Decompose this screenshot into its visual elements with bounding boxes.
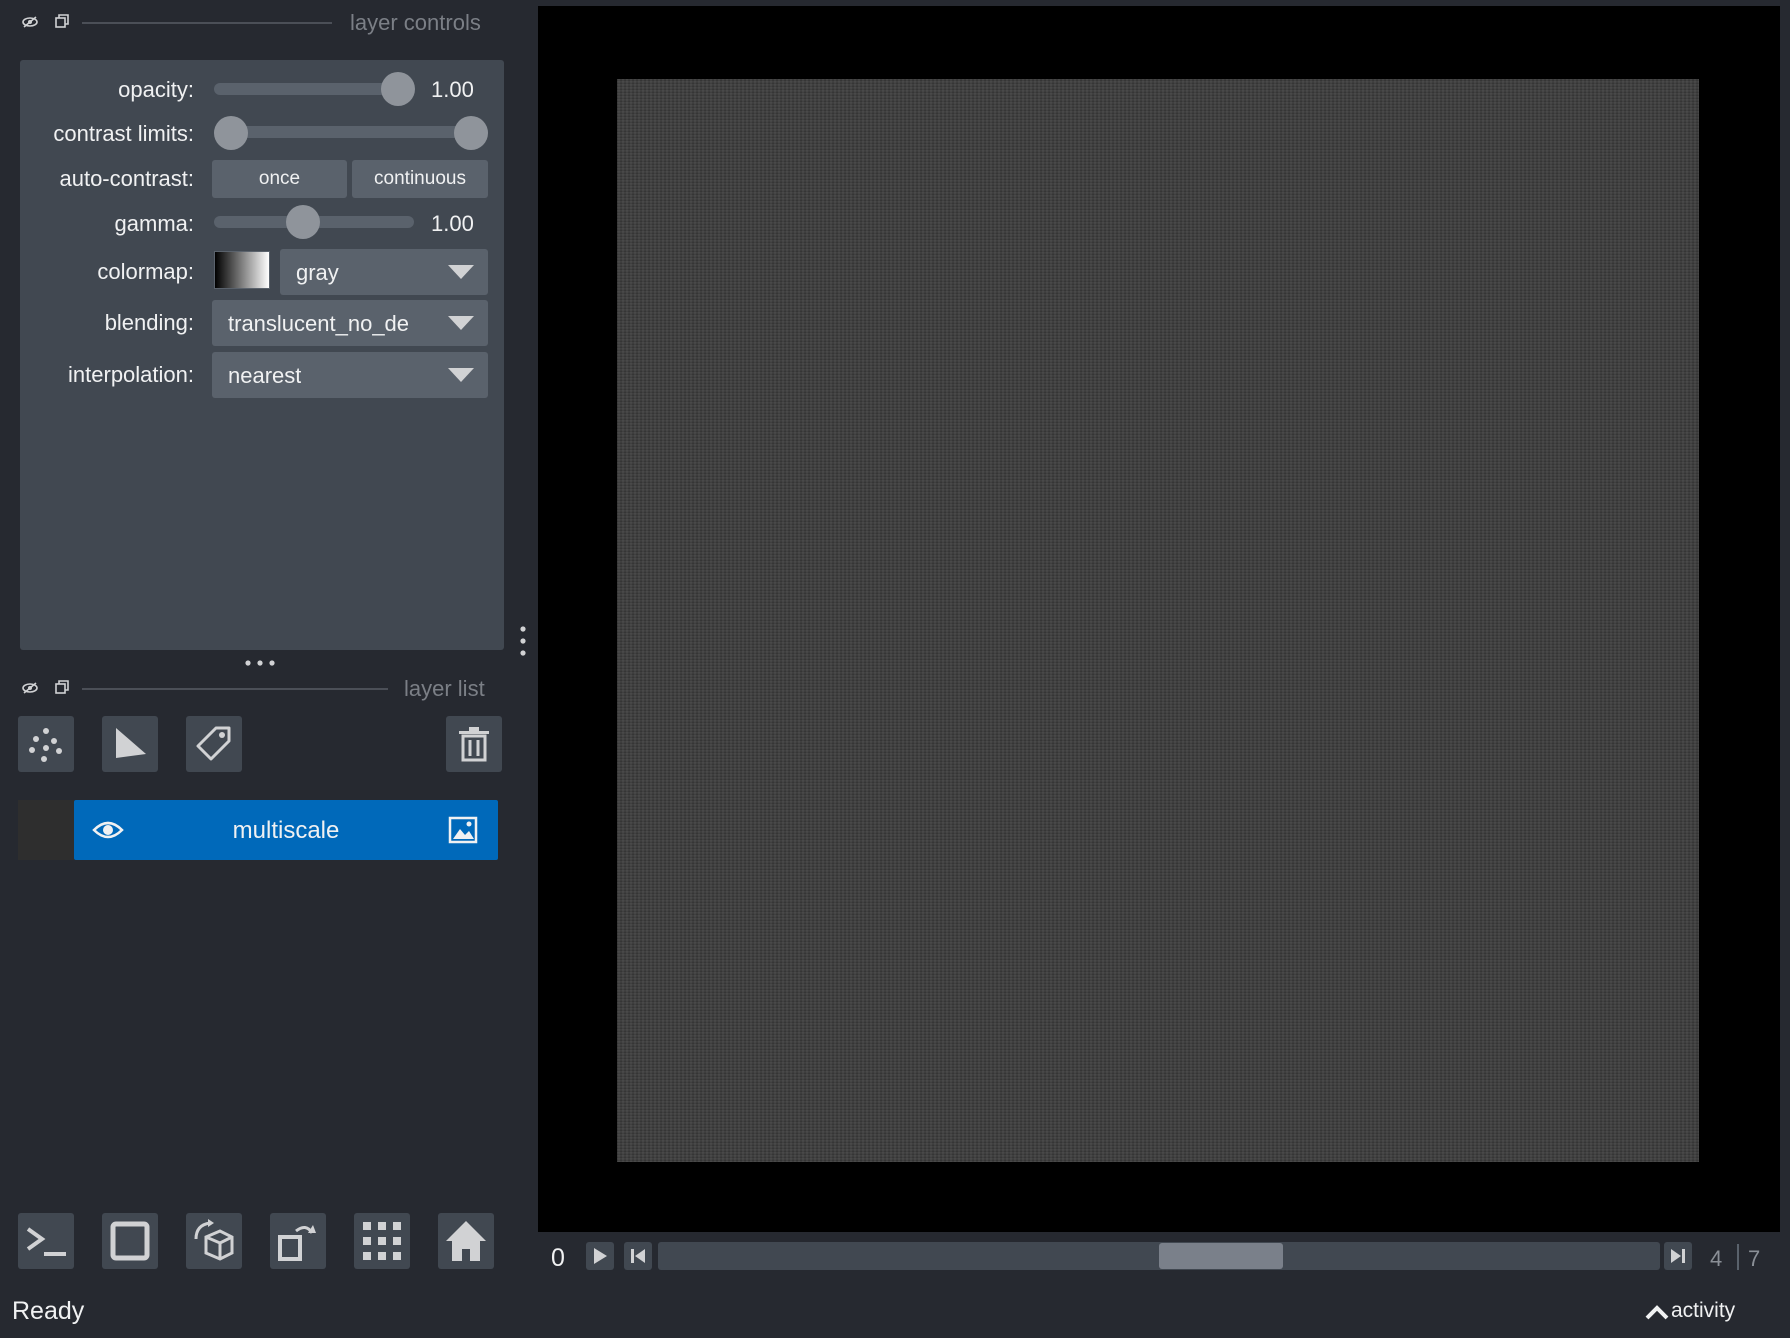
- new-points-layer-button[interactable]: [18, 716, 74, 772]
- dims-axis-label[interactable]: 0: [551, 1244, 565, 1273]
- image-layer-render: [617, 79, 1699, 1162]
- shapes-icon: [116, 728, 146, 758]
- interpolation-dropdown[interactable]: nearest: [212, 352, 488, 398]
- square-icon: [110, 1221, 150, 1261]
- play-button[interactable]: [586, 1242, 614, 1270]
- interpolation-label: interpolation:: [68, 362, 194, 387]
- home-icon: [446, 1221, 486, 1261]
- opacity-value[interactable]: 1.00: [431, 77, 474, 103]
- layer-name[interactable]: multiscale: [74, 817, 498, 845]
- layer-list-header: layer list: [0, 666, 504, 710]
- interpolation-dropdown-value: nearest: [228, 363, 302, 388]
- home-button[interactable]: [438, 1213, 494, 1269]
- colormap-dropdown-value: gray: [296, 260, 339, 285]
- rotate-cube-icon: [194, 1219, 234, 1261]
- layer-thumbnail[interactable]: [18, 800, 74, 860]
- chevron-up-icon: [1644, 1302, 1670, 1327]
- delete-layer-button[interactable]: [446, 716, 502, 772]
- tag-icon: [196, 726, 231, 761]
- float-toggle-icon[interactable]: [20, 12, 40, 32]
- terminal-icon: [26, 1227, 66, 1256]
- skip-back-icon: [631, 1249, 645, 1263]
- transpose-dimensions-button[interactable]: [270, 1213, 326, 1269]
- dims-total-steps: 7: [1748, 1246, 1761, 1271]
- activity-label: activity: [1671, 1299, 1736, 1322]
- undock-icon[interactable]: [52, 678, 72, 698]
- colormap-label: colormap:: [97, 259, 194, 284]
- contrast-limits-high-handle[interactable]: [454, 116, 488, 150]
- blending-dropdown[interactable]: translucent_no_de: [212, 300, 488, 346]
- skip-forward-icon: [1671, 1249, 1685, 1263]
- transpose-icon: [278, 1225, 316, 1261]
- roll-dimensions-button[interactable]: [186, 1213, 242, 1269]
- contrast-limits-label: contrast limits:: [53, 121, 194, 146]
- blending-label: blending:: [104, 310, 194, 335]
- contrast-limits-low-handle[interactable]: [214, 116, 248, 150]
- layer-row-multiscale[interactable]: multiscale: [74, 800, 498, 860]
- dims-slider-handle[interactable]: [1159, 1243, 1283, 1269]
- layer-controls-header: layer controls: [0, 0, 504, 44]
- layer-list-title: layer list: [404, 676, 485, 701]
- contrast-limits-track[interactable]: [214, 126, 488, 138]
- step-back-button[interactable]: [624, 1242, 652, 1270]
- gamma-label: gamma:: [114, 211, 194, 236]
- new-shapes-layer-button[interactable]: [102, 716, 158, 772]
- gamma-slider-handle[interactable]: [286, 205, 320, 239]
- trash-icon: [459, 727, 489, 762]
- chevron-down-icon: [448, 368, 474, 382]
- grid-icon: [363, 1222, 401, 1260]
- new-labels-layer-button[interactable]: [186, 716, 242, 772]
- dims-divider: [1737, 1244, 1739, 1270]
- play-icon: [594, 1248, 607, 1264]
- points-icon: [29, 728, 62, 762]
- toggle-ndisplay-button[interactable]: [102, 1213, 158, 1269]
- opacity-label: opacity:: [118, 77, 194, 102]
- auto-contrast-label: auto-contrast:: [59, 166, 194, 191]
- step-forward-button[interactable]: [1664, 1242, 1692, 1270]
- header-divider: [82, 22, 332, 24]
- dims-current-step[interactable]: 4: [1710, 1246, 1722, 1272]
- horizontal-splitter-handle[interactable]: [517, 624, 529, 658]
- console-button[interactable]: [18, 1213, 74, 1269]
- grid-view-button[interactable]: [354, 1213, 410, 1269]
- status-text: Ready: [12, 1297, 85, 1325]
- auto-contrast-once-button[interactable]: once: [212, 160, 347, 198]
- layer-controls-title: layer controls: [350, 10, 481, 35]
- chevron-down-icon: [448, 265, 474, 279]
- float-toggle-icon[interactable]: [20, 678, 40, 698]
- undock-icon[interactable]: [52, 12, 72, 32]
- auto-contrast-continuous-button[interactable]: continuous: [352, 160, 488, 198]
- image-layer-icon: [448, 816, 478, 849]
- colormap-dropdown[interactable]: gray: [280, 249, 488, 295]
- opacity-slider-handle[interactable]: [381, 72, 415, 106]
- layer-controls-panel: opacity: 1.00 contrast limits: auto-cont…: [20, 60, 504, 650]
- opacity-slider-track[interactable]: [214, 83, 398, 95]
- chevron-down-icon: [448, 316, 474, 330]
- gamma-value[interactable]: 1.00: [431, 211, 474, 237]
- blending-dropdown-value: translucent_no_de: [228, 311, 410, 336]
- colormap-preview: [214, 251, 270, 289]
- header-divider: [82, 688, 388, 690]
